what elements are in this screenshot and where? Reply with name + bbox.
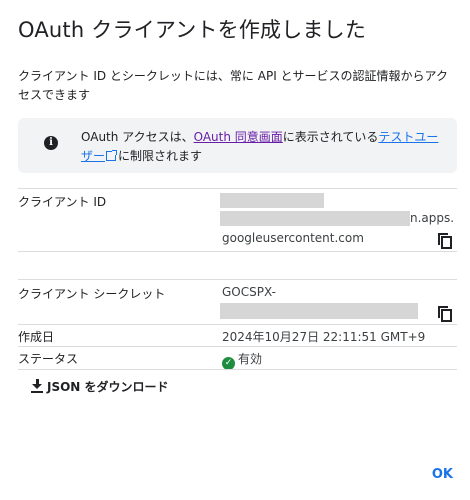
consent-screen-link[interactable]: OAuth 同意画面 [194, 130, 283, 144]
status-text: 有効 [238, 352, 263, 366]
client-id-domain: googleusercontent.com [222, 231, 364, 245]
divider [18, 369, 457, 370]
test-users-link-text-1: テストユー [378, 130, 439, 144]
created-value: 2024年10月27日 22:11:51 GMT+9 [222, 330, 426, 344]
client-secret-prefix: GOCSPX- [222, 285, 276, 299]
download-json-label: JSON をダウンロード [47, 380, 169, 394]
status-label: ステータス [18, 352, 79, 366]
divider [18, 251, 457, 252]
dialog-description: クライアント ID とシークレットには、常に API とサービスの認証情報からア… [18, 69, 448, 102]
info-icon: i [44, 136, 58, 150]
info-middle: に表示されている [282, 130, 379, 144]
copy-client-secret-icon[interactable] [438, 306, 452, 322]
download-icon [31, 379, 43, 393]
download-json-button[interactable]: JSON をダウンロード [31, 378, 169, 395]
client-id-suffix: n.apps. [410, 211, 455, 225]
ok-button[interactable]: OK [432, 467, 453, 482]
info-prefix: OAuth アクセスは、 [81, 130, 194, 144]
info-banner: i OAuth アクセスは、OAuth 同意画面に表示されているテストユーザーに… [18, 118, 457, 173]
client-id-label: クライアント ID [18, 195, 107, 209]
divider [18, 188, 457, 189]
divider [18, 346, 457, 347]
info-suffix: に制限されます [118, 149, 203, 163]
client-id-redacted-2 [220, 211, 410, 226]
divider [18, 279, 457, 280]
client-id-redacted-1 [220, 193, 324, 208]
test-users-link-text-2: ザー [81, 149, 106, 163]
dialog-title: OAuth クライアントを作成しました [18, 18, 367, 42]
created-label: 作成日 [18, 330, 55, 344]
client-secret-redacted [220, 303, 418, 319]
divider [18, 324, 457, 325]
external-link-icon [106, 150, 118, 161]
copy-client-id-icon[interactable] [438, 233, 452, 249]
client-secret-label: クライアント シークレット [18, 287, 166, 301]
status-value: ✓ 有効 [222, 350, 262, 370]
info-text: OAuth アクセスは、OAuth 同意画面に表示されているテストユーザー に制限… [81, 128, 441, 166]
